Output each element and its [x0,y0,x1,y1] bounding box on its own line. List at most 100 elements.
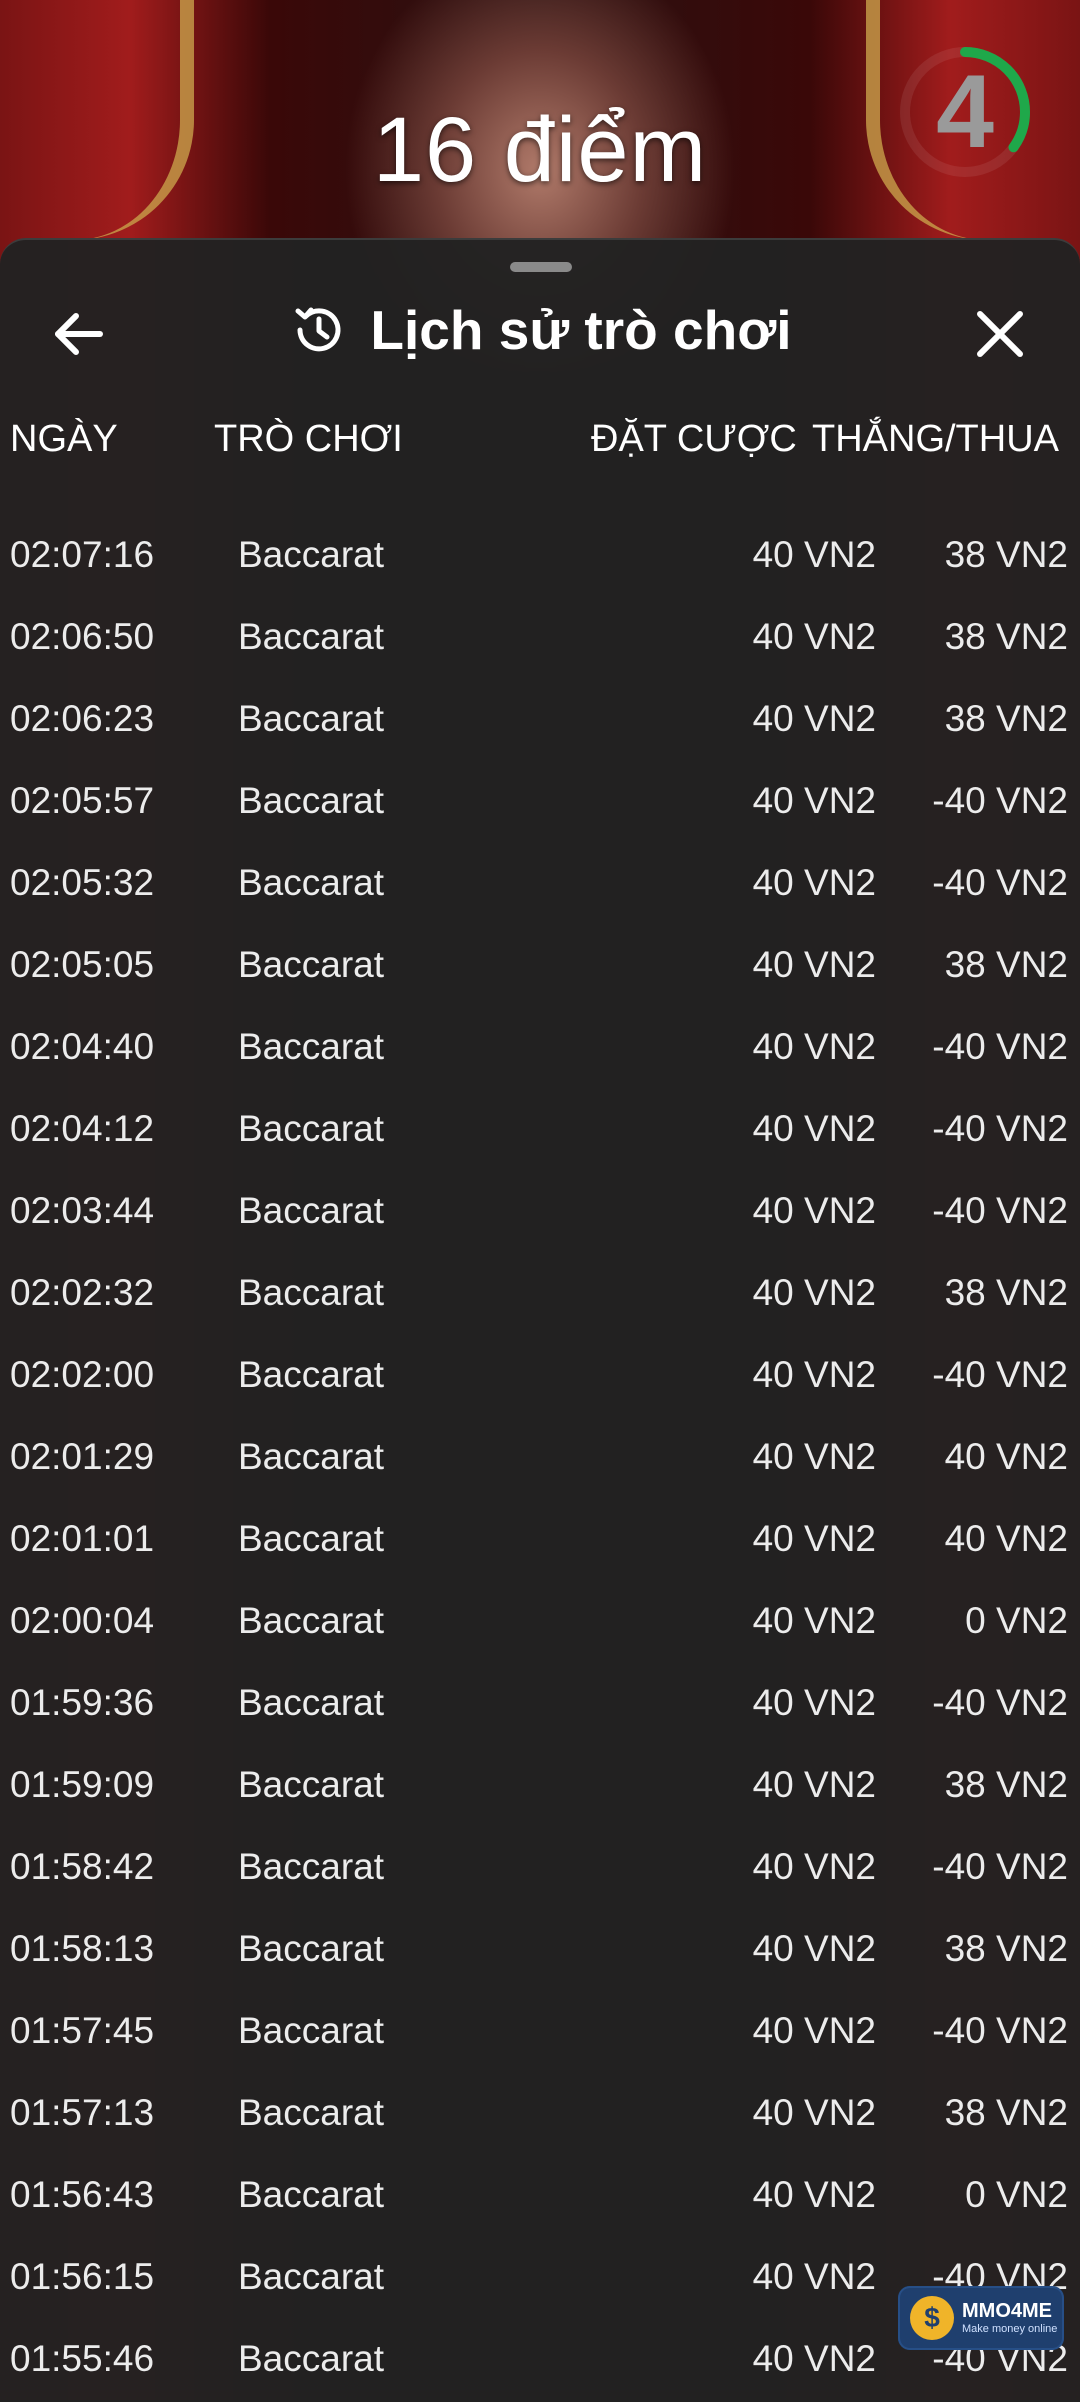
row-time: 01:59:36 [10,1682,155,1723]
row-result: -40 VN2 [932,862,1068,903]
row-result: -40 VN2 [932,780,1068,821]
history-row[interactable]: 02:02:00 Baccarat 40 VN2 -40 VN2 [0,1332,1080,1414]
row-result: 38 VN2 [944,1272,1068,1313]
col-date: NGÀY [10,418,118,460]
row-time: 02:05:57 [10,780,155,821]
row-game: Baccarat [238,1600,385,1641]
sheet-header: Lịch sử trò chơi [0,280,1080,380]
watermark-badge: $ MMO4ME Make money online [898,2286,1064,2350]
dollar-logo-icon: $ [910,2296,954,2340]
row-result: 38 VN2 [944,1764,1068,1805]
row-game: Baccarat [238,1272,385,1313]
row-bet: 40 VN2 [752,534,876,575]
row-game: Baccarat [238,1764,385,1805]
history-row[interactable]: 01:57:13 Baccarat 40 VN2 38 VN2 [0,2070,1080,2152]
close-button[interactable] [962,296,1038,372]
row-bet: 40 VN2 [752,1354,876,1395]
history-row[interactable]: 02:06:23 Baccarat 40 VN2 38 VN2 [0,676,1080,758]
row-result: 38 VN2 [944,1928,1068,1969]
row-bet: 40 VN2 [752,1436,876,1477]
row-time: 01:56:15 [10,2256,155,2297]
row-time: 02:04:12 [10,1108,155,1149]
row-game: Baccarat [238,2256,385,2297]
history-row[interactable]: 02:04:40 Baccarat 40 VN2 -40 VN2 [0,1004,1080,1086]
history-column-headers: NGÀY TRÒ CHƠI ĐẶT CƯỢC THẮNG/THUA [0,418,1080,478]
row-game: Baccarat [238,1190,385,1231]
row-result: 0 VN2 [965,1600,1068,1641]
row-game: Baccarat [238,2010,385,2051]
sheet-title-text: Lịch sử trò chơi [370,299,792,361]
row-result: -40 VN2 [932,1846,1068,1887]
row-time: 02:03:44 [10,1190,155,1231]
row-time: 02:04:40 [10,1026,155,1067]
row-game: Baccarat [238,1846,385,1887]
row-time: 02:06:23 [10,698,155,739]
history-row[interactable]: 02:02:32 Baccarat 40 VN2 38 VN2 [0,1250,1080,1332]
history-row[interactable]: 02:00:04 Baccarat 40 VN2 0 VN2 [0,1578,1080,1660]
row-result: -40 VN2 [932,1682,1068,1723]
history-row[interactable]: 01:58:42 Baccarat 40 VN2 -40 VN2 [0,1824,1080,1906]
history-row[interactable]: 01:56:43 Baccarat 40 VN2 0 VN2 [0,2152,1080,2234]
history-row[interactable]: 02:07:16 Baccarat 40 VN2 38 VN2 [0,512,1080,594]
history-row[interactable]: 02:03:44 Baccarat 40 VN2 -40 VN2 [0,1168,1080,1250]
row-bet: 40 VN2 [752,2010,876,2051]
history-row[interactable]: 02:04:12 Baccarat 40 VN2 -40 VN2 [0,1086,1080,1168]
row-bet: 40 VN2 [752,698,876,739]
history-row[interactable]: 02:06:50 Baccarat 40 VN2 38 VN2 [0,594,1080,676]
row-result: 0 VN2 [965,2174,1068,2215]
row-bet: 40 VN2 [752,1764,876,1805]
history-row[interactable]: 02:01:29 Baccarat 40 VN2 40 VN2 [0,1414,1080,1496]
row-bet: 40 VN2 [752,1928,876,1969]
row-time: 02:05:32 [10,862,155,903]
row-time: 01:59:09 [10,1764,155,1805]
row-bet: 40 VN2 [752,1600,876,1641]
row-time: 02:07:16 [10,534,155,575]
row-bet: 40 VN2 [752,2338,876,2379]
watermark-tagline: Make money online [962,2323,1058,2335]
row-game: Baccarat [238,862,385,903]
history-row[interactable]: 02:01:01 Baccarat 40 VN2 40 VN2 [0,1496,1080,1578]
row-bet: 40 VN2 [752,1682,876,1723]
history-row[interactable]: 02:05:57 Baccarat 40 VN2 -40 VN2 [0,758,1080,840]
history-row[interactable]: 01:59:09 Baccarat 40 VN2 38 VN2 [0,1742,1080,1824]
row-bet: 40 VN2 [752,944,876,985]
row-game: Baccarat [238,616,385,657]
game-history-sheet: Lịch sử trò chơi NGÀY TRÒ CHƠI ĐẶT CƯỢC … [0,238,1080,2402]
drag-handle[interactable] [510,262,572,272]
history-row[interactable]: 01:58:13 Baccarat 40 VN2 38 VN2 [0,1906,1080,1988]
history-row[interactable]: 01:59:36 Baccarat 40 VN2 -40 VN2 [0,1660,1080,1742]
row-game: Baccarat [238,1436,385,1477]
row-bet: 40 VN2 [752,616,876,657]
row-bet: 40 VN2 [752,2256,876,2297]
row-time: 02:02:32 [10,1272,155,1313]
row-time: 01:57:45 [10,2010,155,2051]
history-row[interactable]: 01:57:45 Baccarat 40 VN2 -40 VN2 [0,1988,1080,2070]
row-result: -40 VN2 [932,1190,1068,1231]
history-list[interactable]: 02:07:16 Baccarat 40 VN2 38 VN2 02:06:50 Bacc… [0,512,1080,2398]
close-icon [977,311,1023,357]
row-time: 01:55:46 [10,2338,155,2379]
row-bet: 40 VN2 [752,1108,876,1149]
row-result: -40 VN2 [932,1354,1068,1395]
row-time: 01:58:42 [10,1846,155,1887]
row-game: Baccarat [238,1518,385,1559]
row-result: 38 VN2 [944,616,1068,657]
row-game: Baccarat [238,2338,385,2379]
row-result: 38 VN2 [944,2092,1068,2133]
row-time: 01:58:13 [10,1928,155,1969]
col-win-loss: THẮNG/THUA [812,418,1059,460]
row-bet: 40 VN2 [752,1518,876,1559]
history-row[interactable]: 02:05:05 Baccarat 40 VN2 38 VN2 [0,922,1080,1004]
row-result: -40 VN2 [932,1108,1068,1149]
row-game: Baccarat [238,1682,385,1723]
row-game: Baccarat [238,698,385,739]
history-clock-icon [295,307,341,352]
row-game: Baccarat [238,1928,385,1969]
row-result: -40 VN2 [932,2010,1068,2051]
row-time: 01:56:43 [10,2174,155,2215]
row-result: 38 VN2 [944,944,1068,985]
history-row[interactable]: 02:05:32 Baccarat 40 VN2 -40 VN2 [0,840,1080,922]
row-time: 02:01:01 [10,1518,155,1559]
row-result: 38 VN2 [944,534,1068,575]
row-game: Baccarat [238,1026,385,1067]
